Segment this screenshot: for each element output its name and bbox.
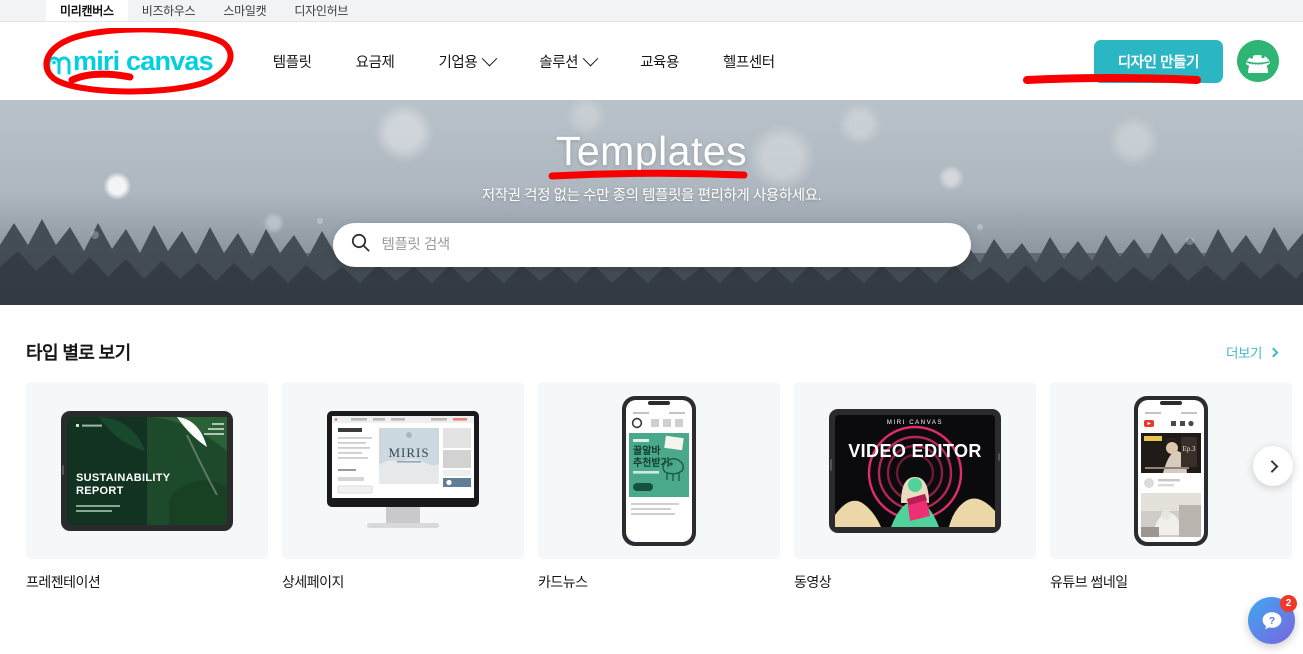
service-tab-bizhouse[interactable]: 비즈하우스 — [128, 0, 210, 21]
nav-item-templates[interactable]: 템플릿 — [251, 51, 334, 72]
chevron-down-icon — [582, 50, 599, 66]
type-card-youtube-thumbnail[interactable]: Ep.3 유튜브 썸네일 — [1050, 382, 1292, 592]
nav-label: 템플릿 — [272, 54, 312, 71]
page-root: 미리캔버스 비즈하우스 스마일캣 디자인허브 miri canvas 템플릿 요… — [0, 0, 1303, 654]
type-card-detail-page[interactable]: MIRIS 상세페이지 — [282, 382, 524, 592]
more-label: 더보기 — [1225, 346, 1262, 361]
service-tab-label: 스마일캣 — [223, 4, 267, 18]
help-chat-button[interactable]: ? 2 — [1248, 595, 1297, 644]
header-actions: 디자인 만들기 — [1093, 39, 1279, 83]
card-thumbnail: 꿀알바 추천받기 — [538, 382, 780, 559]
nav-label: 요금제 — [355, 54, 395, 71]
template-search-bar[interactable] — [332, 223, 971, 267]
hero-subtitle: 저작권 걱정 없는 수만 종의 템플릿을 편리하게 사용하세요. — [481, 188, 822, 204]
svg-text:Ep.3: Ep.3 — [1182, 445, 1196, 453]
logo-mark-icon — [46, 52, 72, 75]
card-thumbnail: MIRIS — [282, 382, 524, 559]
chevron-right-icon — [1268, 347, 1279, 357]
nav-label: 헬프센터 — [722, 54, 775, 71]
service-tab-label: 디자인허브 — [294, 4, 349, 18]
nav-item-enterprise[interactable]: 기업용 — [416, 50, 517, 72]
service-tab-miricanvas[interactable]: 미리캔버스 — [46, 0, 128, 21]
create-design-button[interactable]: 디자인 만들기 — [1093, 39, 1223, 83]
nav-item-pricing[interactable]: 요금제 — [334, 51, 417, 72]
nav-item-helpcenter[interactable]: 헬프센터 — [701, 51, 797, 72]
tablet-presentation-image: SUSTAINABILITY REPORT — [61, 410, 233, 531]
svg-text:REPORT: REPORT — [76, 485, 124, 497]
card-thumbnail: SUSTAINABILITY REPORT — [26, 382, 268, 559]
search-icon — [351, 233, 370, 257]
type-card-presentation[interactable]: SUSTAINABILITY REPORT 프레젠테이션 — [26, 382, 268, 592]
crocodile-avatar-icon — [1237, 40, 1279, 82]
logo-text: miri canvas — [73, 45, 214, 76]
service-tab-label: 비즈하우스 — [141, 4, 196, 18]
service-tab-label: 미리캔버스 — [60, 4, 114, 18]
browse-by-type-section: 타입 별로 보기 더보기 SUSTAINABILITY REPORT 프레젠테이… — [0, 305, 1303, 592]
svg-text:꿀알바: 꿀알바 — [633, 444, 661, 457]
more-link[interactable]: 더보기 — [1225, 342, 1279, 362]
svg-text:?: ? — [1268, 616, 1274, 627]
phone-youtube-image: Ep.3 — [1134, 395, 1208, 546]
tablet-video-image: MIRI CANVAS VIDEO EDITOR — [829, 408, 1001, 533]
chevron-down-icon — [482, 50, 498, 66]
card-label: 카드뉴스 — [538, 574, 588, 590]
service-tab-smilecat[interactable]: 스마일캣 — [209, 0, 280, 21]
type-card-cardnews[interactable]: 꿀알바 추천받기 카드뉴스 — [538, 382, 780, 592]
card-label: 프레젠테이션 — [26, 574, 101, 590]
service-tabbar: 미리캔버스 비즈하우스 스마일캣 디자인허브 — [0, 0, 1303, 22]
main-header: miri canvas 템플릿 요금제 기업용 솔루션 교육용 헬프센터 디자인… — [0, 22, 1303, 100]
nav-item-education[interactable]: 교육용 — [618, 51, 701, 72]
service-tab-designhub[interactable]: 디자인허브 — [280, 0, 362, 21]
card-thumbnail: MIRI CANVAS VIDEO EDITOR — [794, 382, 1036, 559]
hero-content: Templates 저작권 걱정 없는 수만 종의 템플릿을 편리하게 사용하세… — [0, 100, 1303, 267]
phone-cardnews-image: 꿀알바 추천받기 — [622, 395, 696, 546]
page-title: Templates — [555, 128, 748, 174]
nav-label: 기업용 — [438, 54, 478, 71]
notification-badge: 2 — [1280, 595, 1297, 612]
main-nav: 템플릿 요금제 기업용 솔루션 교육용 헬프센터 — [251, 50, 797, 72]
avatar[interactable] — [1237, 40, 1279, 82]
hero-banner: Templates 저작권 걱정 없는 수만 종의 템플릿을 편리하게 사용하세… — [0, 100, 1303, 305]
nav-label: 솔루션 — [539, 54, 579, 71]
type-card-video[interactable]: MIRI CANVAS VIDEO EDITOR 동영상 — [794, 382, 1036, 592]
nav-item-solution[interactable]: 솔루션 — [517, 50, 618, 72]
logo-miricanvas[interactable]: miri canvas — [46, 45, 214, 77]
monitor-detailpage-image: MIRIS — [327, 410, 479, 528]
svg-text:SUSTAINABILITY: SUSTAINABILITY — [76, 472, 171, 484]
nav-label: 교육용 — [640, 54, 679, 71]
svg-text:MIRIS: MIRIS — [388, 445, 429, 460]
card-label: 상세페이지 — [282, 574, 344, 590]
section-header: 타입 별로 보기 더보기 — [26, 339, 1279, 365]
svg-text:VIDEO EDITOR: VIDEO EDITOR — [848, 441, 982, 461]
svg-text:추천받기: 추천받기 — [633, 456, 670, 469]
chevron-right-icon — [1265, 459, 1278, 473]
svg-text:MIRI CANVAS: MIRI CANVAS — [887, 420, 943, 426]
type-card-carousel: SUSTAINABILITY REPORT 프레젠테이션 MIRIS 상세페이지… — [26, 382, 1293, 592]
carousel-next-button[interactable] — [1253, 446, 1293, 486]
question-chat-icon: ? — [1262, 611, 1281, 629]
search-input[interactable] — [381, 237, 953, 253]
section-title: 타입 별로 보기 — [26, 343, 131, 363]
card-label: 유튜브 썸네일 — [1050, 574, 1128, 590]
card-label: 동영상 — [794, 574, 832, 590]
